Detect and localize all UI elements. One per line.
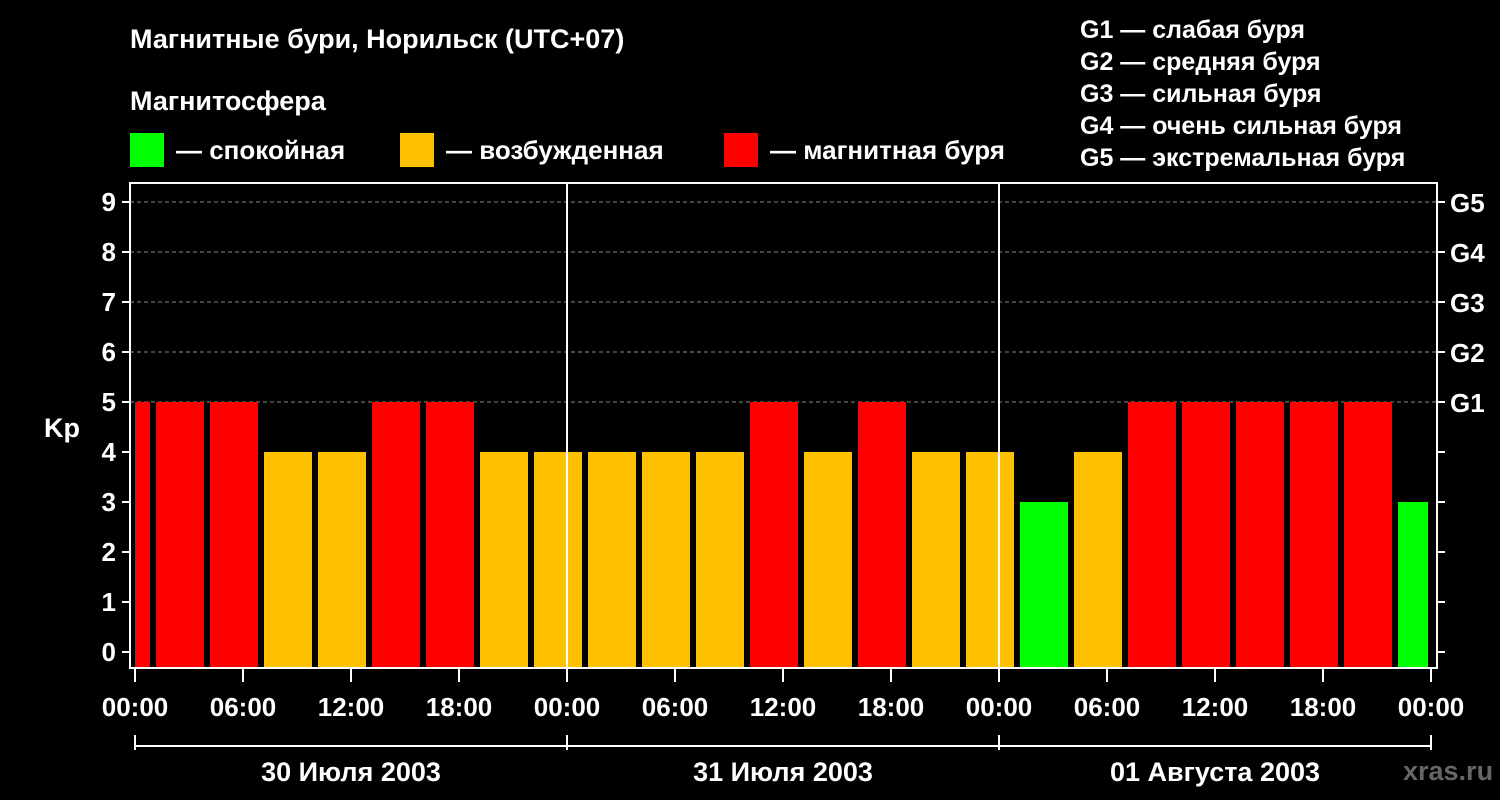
y-axis-label: Kp xyxy=(44,413,80,443)
bar xyxy=(372,402,420,668)
bar xyxy=(1344,402,1392,668)
bar xyxy=(156,402,204,668)
kp-chart: 0 1 2 3 4 5 6 7 8 9 Kp G1 G2 G3 G4 G5 00:00 06:00 12:00 18:… xyxy=(44,182,1485,787)
bar xyxy=(804,452,852,668)
watermark: xras.ru xyxy=(1403,756,1494,786)
g-scale-label: G3 xyxy=(1450,288,1485,318)
x-tick-label: 06:00 xyxy=(1074,692,1141,722)
bar xyxy=(588,452,636,668)
y-tick-label: 3 xyxy=(102,487,116,517)
x-tick-label: 00:00 xyxy=(1398,692,1465,722)
bar xyxy=(426,402,474,668)
bar xyxy=(750,402,798,668)
g-scale-label: G1 xyxy=(1450,388,1485,418)
bar xyxy=(1398,502,1428,668)
bar xyxy=(1182,402,1230,668)
bar xyxy=(534,452,582,668)
bar xyxy=(912,452,960,668)
x-tick-label: 12:00 xyxy=(318,692,385,722)
bar xyxy=(1236,402,1284,668)
g-scale-label: G5 xyxy=(1450,188,1485,218)
y-tick-label: 1 xyxy=(102,587,116,617)
y-tick-label: 5 xyxy=(102,387,116,417)
x-tick-label: 18:00 xyxy=(426,692,493,722)
bar xyxy=(858,402,906,668)
bar xyxy=(1290,402,1338,668)
y-tick-label: 0 xyxy=(102,637,116,667)
day-label: 31 Июля 2003 xyxy=(693,757,873,787)
bar xyxy=(1128,402,1176,668)
bar xyxy=(480,452,528,668)
bar xyxy=(696,452,744,668)
x-tick-label: 00:00 xyxy=(966,692,1033,722)
bar xyxy=(966,452,1014,668)
bar xyxy=(1020,502,1068,668)
bar xyxy=(318,452,366,668)
x-tick-label: 00:00 xyxy=(534,692,601,722)
x-tick-label: 12:00 xyxy=(750,692,817,722)
y-tick-label: 4 xyxy=(102,437,117,467)
bar xyxy=(135,402,150,668)
x-tick-label: 12:00 xyxy=(1182,692,1249,722)
x-tick-label: 06:00 xyxy=(210,692,277,722)
y-tick-label: 6 xyxy=(102,337,116,367)
x-tick-label: 18:00 xyxy=(1290,692,1357,722)
bar xyxy=(1074,452,1122,668)
y-tick-label: 8 xyxy=(102,237,116,267)
day-label: 01 Августа 2003 xyxy=(1110,757,1320,787)
bar xyxy=(210,402,258,668)
y-tick-label: 7 xyxy=(102,287,116,317)
bar xyxy=(264,452,312,668)
x-tick-label: 18:00 xyxy=(858,692,925,722)
bar xyxy=(642,452,690,668)
g-scale-label: G2 xyxy=(1450,338,1485,368)
x-tick-label: 06:00 xyxy=(642,692,709,722)
y-tick-label: 9 xyxy=(102,187,116,217)
g-scale-label: G4 xyxy=(1450,238,1485,268)
day-label: 30 Июля 2003 xyxy=(261,757,441,787)
x-tick-label: 00:00 xyxy=(102,692,169,722)
y-tick-label: 2 xyxy=(102,537,116,567)
